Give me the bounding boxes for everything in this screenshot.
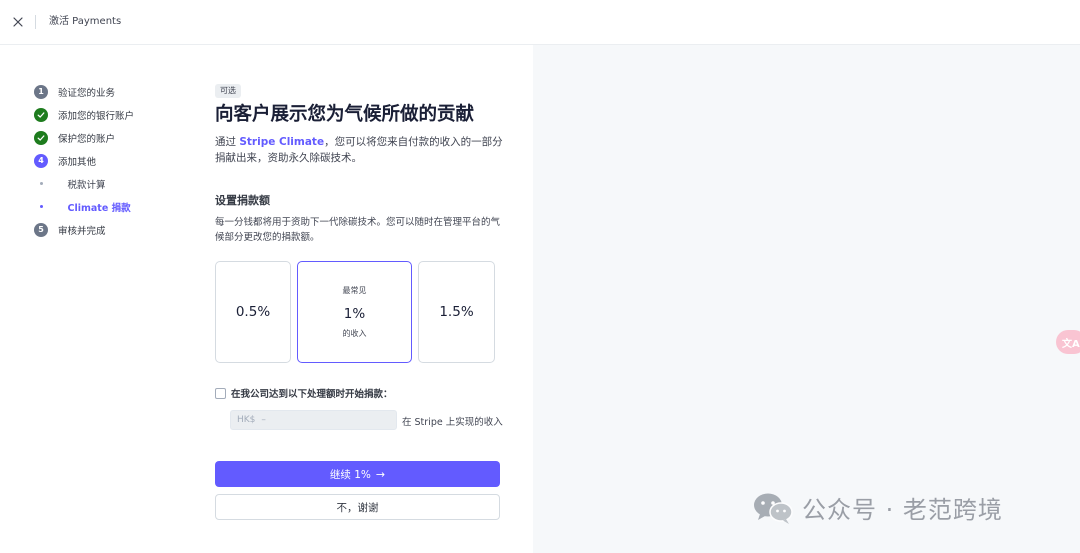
step-label: 验证您的业务 (58, 87, 116, 99)
threshold-checkbox[interactable] (215, 387, 226, 399)
step-label: 添加您的银行账户 (58, 110, 135, 122)
threshold-suffix: 在 Stripe 上实现的收入 (402, 417, 503, 428)
threshold-checkbox-row[interactable]: 在我公司达到以下处理额时开始捐款： (215, 386, 393, 400)
step-secure-account[interactable]: 保护您的账户 (34, 126, 194, 149)
currency-prefix: HK$ (237, 415, 256, 425)
decline-button[interactable]: 不，谢谢 (215, 494, 500, 520)
progress-steps: 1 验证您的业务 添加您的银行账户 保护您的账户 4 添加其他 税款计算 Cli… (34, 80, 194, 241)
option-0-5-percent[interactable]: 0.5% (215, 261, 291, 363)
step-verify-business[interactable]: 1 验证您的业务 (34, 80, 194, 103)
option-value: 0.5% (235, 304, 271, 320)
preview-panel (533, 45, 1080, 553)
optional-badge: 可选 (215, 84, 241, 98)
substep-dot (39, 182, 43, 185)
step-bank-account[interactable]: 添加您的银行账户 (34, 103, 194, 126)
page-title: 激活 Payments (49, 16, 122, 27)
threshold-amount-input[interactable]: HK$ – (230, 410, 397, 430)
watermark-text: 公众号 · 老范跨境 (802, 496, 1003, 524)
substep-label: Climate 捐款 (67, 202, 131, 214)
close-button[interactable] (9, 13, 27, 31)
step-label: 添加其他 (58, 156, 97, 168)
topbar-divider (35, 15, 36, 29)
continue-button[interactable]: 继续 1% → (215, 461, 500, 487)
threshold-checkbox-label[interactable]: 在我公司达到以下处理额时开始捐款： (231, 386, 393, 400)
option-1-percent[interactable]: 最常见 1% 的收入 (297, 261, 412, 363)
intro-text: 通过 Stripe Climate，您可以将您来自付款的收入的一部分捐献出来，资… (215, 134, 505, 166)
section-heading: 向客户展示您为气候所做的贡献 (215, 104, 475, 125)
step-review[interactable]: 5 审核并完成 (34, 218, 194, 241)
watermark: 公众号 · 老范跨境 (752, 490, 1003, 525)
substep-dot (39, 205, 43, 208)
checkmark-icon (34, 130, 48, 145)
step-add-extras[interactable]: 4 添加其他 (34, 149, 194, 172)
amount-placeholder: – (261, 415, 266, 425)
step-number-badge: 5 (34, 222, 48, 237)
option-tag: 最常见 (342, 286, 367, 295)
arrow-right-icon: → (375, 467, 386, 481)
substep-label: 税款计算 (67, 179, 106, 191)
top-bar: 激活 Payments (0, 0, 1080, 45)
close-icon (13, 17, 23, 27)
donation-description: 每一分钱都将用于资助下一代除碳技术。您可以随时在管理平台的气候部分更改您的捐款额… (215, 217, 501, 243)
stripe-climate-link[interactable]: Stripe Climate (239, 136, 324, 148)
translate-icon[interactable]: 文A (1056, 330, 1080, 354)
intro-prefix: 通过 (215, 136, 240, 148)
main-content: 可选 向客户展示您为气候所做的贡献 通过 Stripe Climate，您可以将… (215, 78, 505, 166)
substep-tax[interactable]: 税款计算 (34, 172, 194, 195)
donation-title: 设置捐款额 (215, 194, 270, 207)
step-label: 审核并完成 (58, 225, 106, 237)
wechat-icon (752, 491, 794, 525)
option-caption: 的收入 (342, 329, 367, 338)
option-value: 1.5% (439, 304, 474, 320)
option-value: 1% (343, 306, 366, 322)
continue-label: 继续 1% (329, 468, 371, 481)
step-label: 保护您的账户 (58, 133, 116, 145)
substep-climate[interactable]: Climate 捐款 (34, 195, 194, 218)
step-number-badge: 4 (34, 153, 48, 168)
checkmark-icon (34, 107, 48, 122)
option-1-5-percent[interactable]: 1.5% (418, 261, 495, 363)
step-number-badge: 1 (34, 84, 48, 99)
